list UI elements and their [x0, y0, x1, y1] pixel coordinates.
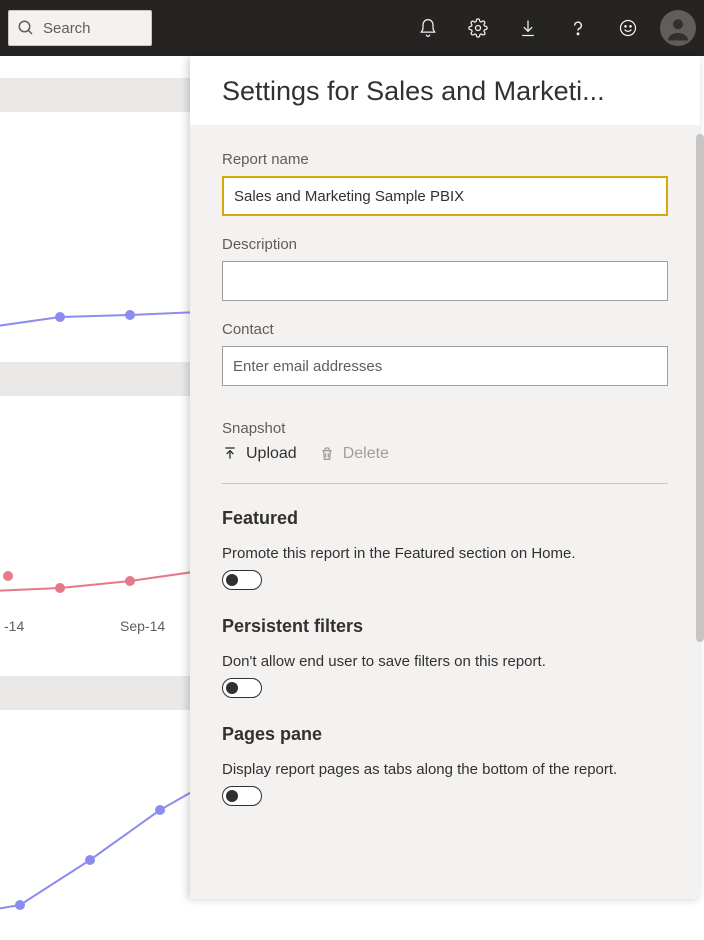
- report-name-input[interactable]: [222, 176, 668, 216]
- settings-title: Settings for Sales and Marketi...: [222, 76, 668, 107]
- notifications-icon[interactable]: [406, 6, 450, 50]
- upload-icon: [222, 446, 238, 462]
- delete-icon: [319, 446, 335, 462]
- axis-tick-label: Sep-14: [120, 618, 165, 634]
- pages-pane-title: Pages pane: [222, 724, 668, 745]
- contact-label: Contact: [222, 321, 668, 338]
- settings-body: Report name Description Contact Snapshot…: [190, 125, 700, 899]
- upload-label: Upload: [246, 445, 297, 463]
- settings-header: Settings for Sales and Marketi...: [190, 56, 700, 125]
- search-input[interactable]: Search: [8, 10, 152, 46]
- pages-pane-desc: Display report pages as tabs along the b…: [222, 759, 668, 780]
- snapshot-label: Snapshot: [222, 420, 668, 437]
- pages-pane-toggle[interactable]: [222, 786, 262, 806]
- axis-tick-label: -14: [4, 618, 24, 634]
- contact-input[interactable]: [222, 346, 668, 386]
- settings-gear-icon[interactable]: [456, 6, 500, 50]
- search-placeholder: Search: [43, 20, 91, 37]
- description-input[interactable]: [222, 261, 668, 301]
- description-label: Description: [222, 236, 668, 253]
- snapshot-upload-button[interactable]: Upload: [222, 445, 297, 463]
- settings-panel: Settings for Sales and Marketi... Report…: [190, 56, 700, 899]
- featured-desc: Promote this report in the Featured sect…: [222, 543, 668, 564]
- scrollbar-thumb[interactable]: [696, 134, 704, 642]
- search-icon: [17, 19, 35, 37]
- persistent-filters-title: Persistent filters: [222, 616, 668, 637]
- report-name-label: Report name: [222, 151, 668, 168]
- user-avatar[interactable]: [660, 10, 696, 46]
- report-canvas: -14 Sep-14: [0, 56, 190, 899]
- persistent-filters-toggle[interactable]: [222, 678, 262, 698]
- download-icon[interactable]: [506, 6, 550, 50]
- featured-title: Featured: [222, 508, 668, 529]
- feedback-smile-icon[interactable]: [606, 6, 650, 50]
- top-bar: Search: [0, 0, 704, 56]
- delete-label: Delete: [343, 445, 389, 463]
- persistent-filters-desc: Don't allow end user to save filters on …: [222, 651, 668, 672]
- snapshot-delete-button: Delete: [319, 445, 389, 463]
- featured-toggle[interactable]: [222, 570, 262, 590]
- section-divider: [222, 483, 668, 484]
- help-icon[interactable]: [556, 6, 600, 50]
